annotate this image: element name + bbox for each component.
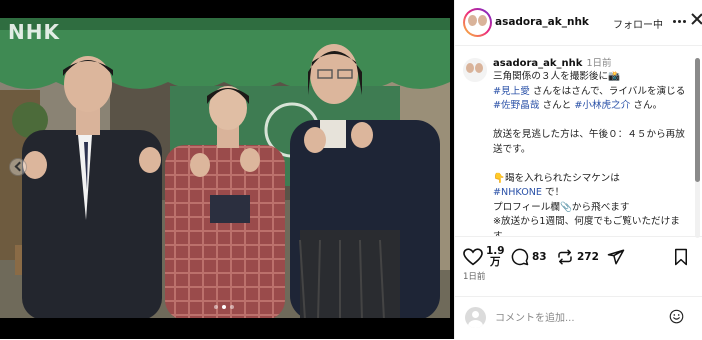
repost-count: 272 xyxy=(577,250,599,263)
caption-line: 👇暍を入れられたシマケンは xyxy=(493,172,620,184)
instagram-post-modal: NHK asadora_ak_nhk フォロー中 asadora_ak_nhk … xyxy=(0,0,702,339)
share-button[interactable] xyxy=(607,248,625,266)
more-icon[interactable] xyxy=(673,20,686,23)
caption-username[interactable]: asadora_ak_nhk xyxy=(493,58,582,69)
caption-line: 三角関係の３人を撮影後に📸 xyxy=(493,71,621,82)
header-username[interactable]: asadora_ak_nhk xyxy=(495,16,589,28)
profile-avatar[interactable] xyxy=(463,8,492,37)
post-photo[interactable]: NHK xyxy=(0,0,454,339)
like-button[interactable]: 1.9 万 xyxy=(463,246,505,268)
caption-line: プロフィール欄📎から飛べます xyxy=(493,201,630,213)
post-header: asadora_ak_nhk フォロー中 xyxy=(455,0,702,46)
post-details-panel: asadora_ak_nhk フォロー中 asadora_ak_nhk 1日前 三… xyxy=(454,0,702,339)
caption-scrollbar[interactable] xyxy=(695,58,700,238)
carousel-dot xyxy=(214,305,218,309)
caption-line: #見上愛 さんをはさんで、ライバルを演じる #佐野晶哉 さんと #小林虎之介 さ… xyxy=(493,85,686,112)
caption-time: 1日前 xyxy=(586,58,612,69)
caption-line: 放送を見逃した方は、午後０：４５から再放送です。 xyxy=(493,129,685,155)
comment-input[interactable] xyxy=(495,310,655,326)
like-count: 1.9 万 xyxy=(486,245,505,268)
caption-text: 三角関係の３人を撮影後に📸 #見上愛 さんをはさんで、ライバルを演じる #佐野晶… xyxy=(493,70,689,236)
heart-icon xyxy=(463,248,483,266)
bookmark-button[interactable] xyxy=(673,248,689,266)
share-icon xyxy=(607,249,625,265)
bookmark-icon xyxy=(675,248,687,266)
action-bar: 1.9 万 83 272 1日前 xyxy=(455,236,702,287)
nhk-watermark: NHK xyxy=(8,20,60,44)
emoji-icon[interactable] xyxy=(669,309,684,324)
user-avatar xyxy=(465,307,486,328)
hashtag-link[interactable]: #佐野晶哉 xyxy=(493,100,539,111)
carousel-dot xyxy=(230,305,234,309)
hashtag-link[interactable]: #NHKONE xyxy=(493,187,542,198)
comment-count: 83 xyxy=(532,250,547,263)
carousel-prev-button[interactable] xyxy=(9,158,27,176)
photo-illustration xyxy=(0,0,454,339)
hashtag-link[interactable]: #見上愛 xyxy=(493,86,530,97)
carousel-dots xyxy=(214,305,234,309)
carousel-dot-active xyxy=(222,305,226,309)
caption-line: #NHKONE で！ xyxy=(493,187,565,198)
post-date: 1日前 xyxy=(463,272,486,282)
following-button[interactable]: フォロー中 xyxy=(613,16,663,31)
caption-avatar[interactable] xyxy=(463,58,487,82)
hashtag-link[interactable]: #小林虎之介 xyxy=(574,100,630,111)
scrollbar-thumb[interactable] xyxy=(695,58,700,182)
caption-line: ※放送から1週間、何度でもご覧いただけます xyxy=(493,216,680,236)
caption-header: asadora_ak_nhk 1日前 xyxy=(493,55,612,69)
close-icon[interactable] xyxy=(691,13,702,25)
repost-icon xyxy=(558,249,572,265)
comment-icon xyxy=(511,248,529,266)
repost-button[interactable]: 272 xyxy=(556,248,599,266)
caption-area: asadora_ak_nhk 1日前 三角関係の３人を撮影後に📸 #見上愛 さんを… xyxy=(455,50,695,236)
comment-composer xyxy=(455,296,702,340)
comment-button[interactable]: 83 xyxy=(511,248,547,266)
